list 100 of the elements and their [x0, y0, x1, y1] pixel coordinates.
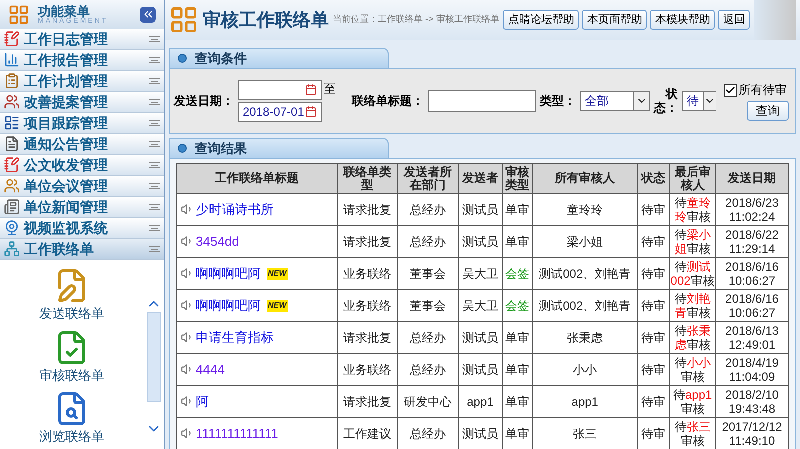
title-link[interactable]: 申请生育指标 — [196, 328, 274, 348]
speaker-icon — [181, 331, 194, 344]
checkbox[interactable] — [724, 84, 737, 96]
menu-title: 功能菜单 — [38, 4, 90, 18]
column-header: 工作联络单标题 — [176, 164, 338, 194]
menu-item[interactable]: 项目跟踪管理 — [0, 113, 164, 134]
title-link[interactable]: 阿 — [196, 392, 209, 412]
title-link[interactable]: 3454dd — [196, 232, 240, 252]
panel-title: 查询条件 — [195, 50, 247, 68]
speaker-icon — [181, 203, 194, 216]
table-cell: 待审 — [637, 290, 670, 322]
bar-chart-icon — [4, 52, 20, 68]
menu-item[interactable]: 工作联络单 — [0, 239, 164, 260]
menu-item-label: 工作联络单 — [24, 240, 95, 258]
field-label: 发送日期： — [174, 93, 234, 110]
table-cell: 单审 — [502, 322, 533, 354]
table-cell: 待刘艳青审核 — [670, 290, 716, 322]
field-label: 联络单标题： — [352, 93, 424, 110]
menu-item-label: 改善提案管理 — [24, 92, 109, 112]
table-cell: 吴大卫 — [458, 290, 503, 322]
menu-item-label: 视频监视系统 — [24, 218, 109, 238]
menu-item-label: 通知公告管理 — [24, 134, 109, 154]
table-cell: 请求批复 — [338, 226, 398, 258]
app-logo-icon — [169, 5, 199, 35]
menu-item[interactable]: 视频监视系统 — [0, 218, 164, 239]
help-button[interactable]: 本模块帮助 — [650, 10, 716, 30]
date-field[interactable] — [238, 80, 322, 100]
menu-item-label: 公文收发管理 — [24, 156, 109, 174]
check-icon — [725, 84, 736, 96]
table-cell: app1 — [458, 386, 503, 418]
table-cell: 待审 — [637, 226, 670, 258]
help-button[interactable]: 返回 — [718, 10, 750, 30]
table-cell: 研发中心 — [398, 386, 458, 418]
notepad-icon — [4, 31, 20, 47]
menu-item[interactable]: 单位会议管理 — [0, 176, 164, 197]
help-button[interactable]: 点睛论坛帮助 — [503, 10, 580, 30]
toggle-icon — [149, 56, 160, 64]
table-cell: 测试002、刘艳青 — [532, 258, 638, 290]
table-cell: 待审 — [637, 322, 670, 354]
table-cell: 测试员 — [458, 354, 503, 386]
menu-item[interactable]: 通知公告管理 — [0, 134, 164, 155]
dropdown[interactable]: 全部 — [580, 91, 650, 111]
title-link[interactable]: 少时诵诗书所 — [196, 200, 274, 220]
column-header: 联络单类型 — [338, 164, 398, 194]
column-header: 所有审核人 — [532, 164, 638, 194]
table-cell: 梁小姐 — [532, 226, 638, 258]
checklist-icon — [4, 73, 20, 89]
speaker-icon — [181, 267, 194, 280]
table-cell: 总经办 — [398, 322, 458, 354]
network-icon — [4, 241, 20, 257]
table-cell: 待小小 审核 — [670, 354, 716, 386]
speaker-icon — [181, 363, 194, 376]
toggle-icon — [149, 98, 160, 106]
table-cell: 测试员 — [458, 194, 503, 226]
toggle-icon — [149, 140, 160, 148]
table-cell: 待审 — [637, 194, 670, 226]
menu-item[interactable]: 改善提案管理 — [0, 92, 164, 113]
title-link[interactable]: 啊啊啊吧阿 — [196, 264, 261, 284]
speaker-icon — [181, 427, 194, 440]
table-cell: 待测试002审核 — [670, 258, 716, 290]
search-button[interactable]: 查询 — [747, 101, 789, 121]
column-header: 状态 — [637, 164, 670, 194]
menu-item[interactable]: 工作报告管理 — [0, 50, 164, 71]
table-cell: 请求批复 — [338, 194, 398, 226]
submenu-item[interactable]: 审核联络单 — [40, 330, 104, 385]
submenu-item[interactable]: 浏览联络单 — [40, 391, 104, 446]
menu-item[interactable]: 工作日志管理 — [0, 29, 164, 50]
checkbox-label: 所有待审 — [739, 82, 788, 99]
table-cell: 2018/4/19 11:04:09 — [716, 354, 788, 386]
menu-item-label: 工作报告管理 — [24, 50, 109, 70]
column-header: 发送者所在部门 — [398, 164, 458, 194]
menu-item[interactable]: 公文收发管理 — [0, 155, 164, 176]
table-cell: app1 — [532, 386, 638, 418]
table-cell: 董事会 — [398, 290, 458, 322]
calendar-icon — [305, 106, 317, 118]
table-cell: 待梁小姐审核 — [670, 226, 716, 258]
menu-item-label: 单位新闻管理 — [24, 198, 109, 216]
table-cell: 2018/6/16 10:06:27 — [716, 258, 788, 290]
toggle-icon — [149, 160, 160, 170]
field-label: 类型： — [540, 93, 576, 110]
title-link[interactable]: 啊啊啊吧阿 — [196, 296, 261, 316]
collapse-button[interactable] — [140, 6, 156, 22]
date-field[interactable]: 2018-07-01 — [238, 102, 322, 122]
board-icon — [4, 115, 20, 131]
title-link[interactable]: 1111111111111 — [196, 424, 278, 444]
menu-item[interactable]: 单位新闻管理 — [0, 197, 164, 218]
table-cell: 吴大卫 — [458, 258, 503, 290]
menu-item[interactable]: 工作计划管理 — [0, 71, 164, 92]
table-cell: 2018/6/22 11:29:14 — [716, 226, 788, 258]
submenu-label: 浏览联络单 — [40, 428, 104, 446]
table-cell: 业务联络 — [338, 290, 398, 322]
subject-field[interactable] — [428, 90, 536, 112]
table-cell: 总经办 — [398, 226, 458, 258]
help-button[interactable]: 本页面帮助 — [582, 10, 648, 30]
table-cell: 测试员 — [458, 226, 503, 258]
table-cell: 请求批复 — [338, 322, 398, 354]
submenu-item[interactable]: 发送联络单 — [40, 268, 104, 324]
table-cell: 测试员 — [458, 322, 503, 354]
title-link[interactable]: 4444 — [196, 360, 225, 380]
dropdown[interactable]: 待 — [682, 91, 716, 111]
